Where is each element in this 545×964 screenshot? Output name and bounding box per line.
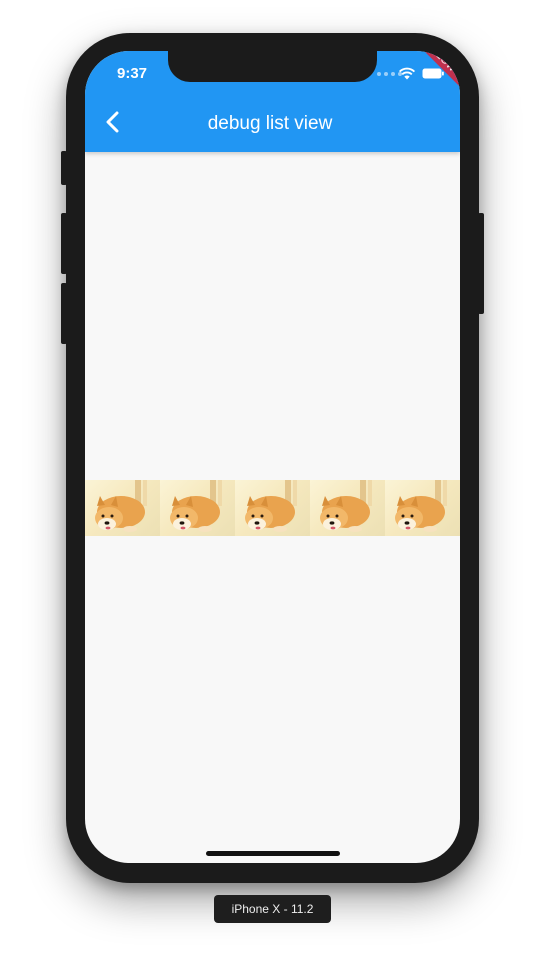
mute-switch: [61, 151, 67, 185]
list-item-image[interactable]: [85, 480, 160, 536]
list-item-image[interactable]: [385, 480, 460, 536]
device-label: iPhone X - 11.2: [214, 895, 331, 923]
wifi-icon: [398, 67, 416, 80]
screen: 9:37 debug list view SLOW MODE: [85, 51, 460, 863]
dog-image: [395, 480, 447, 532]
dog-image: [320, 480, 372, 532]
list-item-image[interactable]: [160, 480, 235, 536]
volume-down-button: [61, 283, 67, 344]
volume-up-button: [61, 213, 67, 274]
notch: [168, 51, 377, 82]
page-title: debug list view: [207, 113, 333, 134]
dog-image: [170, 480, 222, 532]
image-list[interactable]: [85, 480, 460, 536]
list-item-image[interactable]: [235, 480, 310, 536]
status-time: 9:37: [117, 65, 148, 82]
dog-image: [95, 480, 147, 532]
power-button: [478, 213, 484, 314]
battery-icon: [422, 68, 444, 79]
list-item-image[interactable]: [310, 480, 385, 536]
dog-image: [245, 480, 297, 532]
home-indicator[interactable]: [206, 851, 340, 856]
